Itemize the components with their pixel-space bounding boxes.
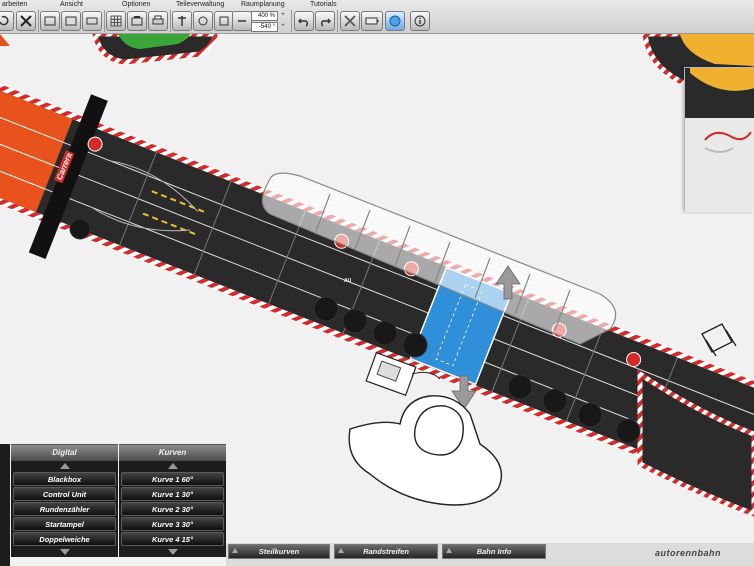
chevron-up-icon xyxy=(338,548,344,553)
zoom-input[interactable]: 400 % xyxy=(251,11,278,21)
top-curve-left xyxy=(0,34,218,65)
toolbar-separator xyxy=(38,10,39,32)
info-button[interactable] xyxy=(410,11,430,31)
parts-button[interactable] xyxy=(172,11,192,31)
curves-panel: Kurven Kurve 1 60° Kurve 1 30° Kurve 2 3… xyxy=(119,444,226,557)
tab-label: Randstreifen xyxy=(363,547,409,556)
scroll-up-button[interactable] xyxy=(11,461,118,471)
curves-panel-title: Kurven xyxy=(119,445,226,461)
minimap-preview xyxy=(685,68,754,212)
part-item-lap-counter[interactable]: Rundenzähler xyxy=(13,502,116,516)
scroll-up-button[interactable] xyxy=(119,461,226,471)
toolbar-separator xyxy=(337,10,338,32)
group-label-edit: arbeiten xyxy=(2,1,28,8)
view-2d-button[interactable] xyxy=(40,11,60,31)
part-item-double-switch[interactable]: Doppelweiche xyxy=(13,532,116,546)
group-label-options: Optionen xyxy=(122,1,151,8)
tools-button[interactable] xyxy=(340,11,360,31)
print-button[interactable] xyxy=(148,11,168,31)
chevron-up-icon xyxy=(167,463,178,469)
chevron-up-icon xyxy=(59,463,70,469)
chevron-down-icon xyxy=(167,549,178,555)
chevron-down-icon xyxy=(59,549,70,555)
parts-list-button[interactable] xyxy=(214,11,234,31)
rotation-spin-icon[interactable]: + xyxy=(279,22,287,32)
redo-button[interactable] xyxy=(315,11,335,31)
settings-button[interactable] xyxy=(127,11,147,31)
group-label-room: Raumplanung xyxy=(241,1,285,8)
minimap[interactable] xyxy=(684,67,754,212)
minus-button[interactable] xyxy=(232,11,252,31)
delete-button[interactable] xyxy=(16,11,36,31)
chevron-up-icon xyxy=(232,548,238,553)
part-item-start-light[interactable]: Startampel xyxy=(13,517,116,531)
brand-logo: autorennbahn xyxy=(655,548,721,558)
person-icon xyxy=(348,395,503,506)
part-item-control-unit[interactable]: Control Unit xyxy=(13,487,116,501)
track-badge: AU xyxy=(344,278,352,284)
part-item-curve-3-30[interactable]: Kurve 3 30° xyxy=(121,517,224,531)
toolbar-separator xyxy=(104,10,105,32)
tab-banked-curves[interactable]: Steilkurven xyxy=(228,544,330,559)
tab-track-info[interactable]: Bahn Info xyxy=(442,544,546,559)
digital-panel-title: Digital xyxy=(11,445,118,461)
battery-button[interactable] xyxy=(361,11,383,31)
toolbar-separator xyxy=(291,10,292,32)
zoom-spin-icon[interactable]: + xyxy=(279,11,287,21)
digital-panel: Digital Blackbox Control Unit Rundenzähl… xyxy=(11,444,118,557)
part-item-curve-1-60[interactable]: Kurve 1 60° xyxy=(121,472,224,486)
chair-icon xyxy=(701,323,737,357)
tab-borders[interactable]: Randstreifen xyxy=(334,544,438,559)
part-item-curve-1-30[interactable]: Kurve 1 30° xyxy=(121,487,224,501)
chevron-up-icon xyxy=(446,548,452,553)
toolbar: arbeiten Ansicht Optionen Teileverwaltun… xyxy=(0,0,754,34)
view-3d-button[interactable] xyxy=(61,11,81,31)
scroll-down-button[interactable] xyxy=(119,547,226,557)
scroll-down-button[interactable] xyxy=(11,547,118,557)
part-item-curve-4-15[interactable]: Kurve 4 15° xyxy=(121,532,224,546)
grid-button[interactable] xyxy=(106,11,126,31)
part-item-curve-2-30[interactable]: Kurve 2 30° xyxy=(121,502,224,516)
rotate-icon[interactable] xyxy=(0,11,14,31)
left-panel-stub xyxy=(0,444,10,566)
app-window: arbeiten Ansicht Optionen Teileverwaltun… xyxy=(0,0,754,566)
part-item-blackbox[interactable]: Blackbox xyxy=(13,472,116,486)
group-label-view: Ansicht xyxy=(60,1,83,8)
undo-button[interactable] xyxy=(294,11,314,31)
rotation-input[interactable]: -540 ° xyxy=(251,22,278,32)
tab-label: Steilkurven xyxy=(258,547,300,556)
view-plan-button[interactable] xyxy=(82,11,102,31)
group-label-parts: Teileverwaltung xyxy=(176,1,225,8)
tab-label: Bahn Info xyxy=(476,547,512,556)
toolbar-separator xyxy=(170,10,171,32)
globe-button[interactable] xyxy=(385,11,405,31)
parts-edit-button[interactable] xyxy=(193,11,213,31)
group-label-tutorials: Tutorials xyxy=(310,1,337,8)
